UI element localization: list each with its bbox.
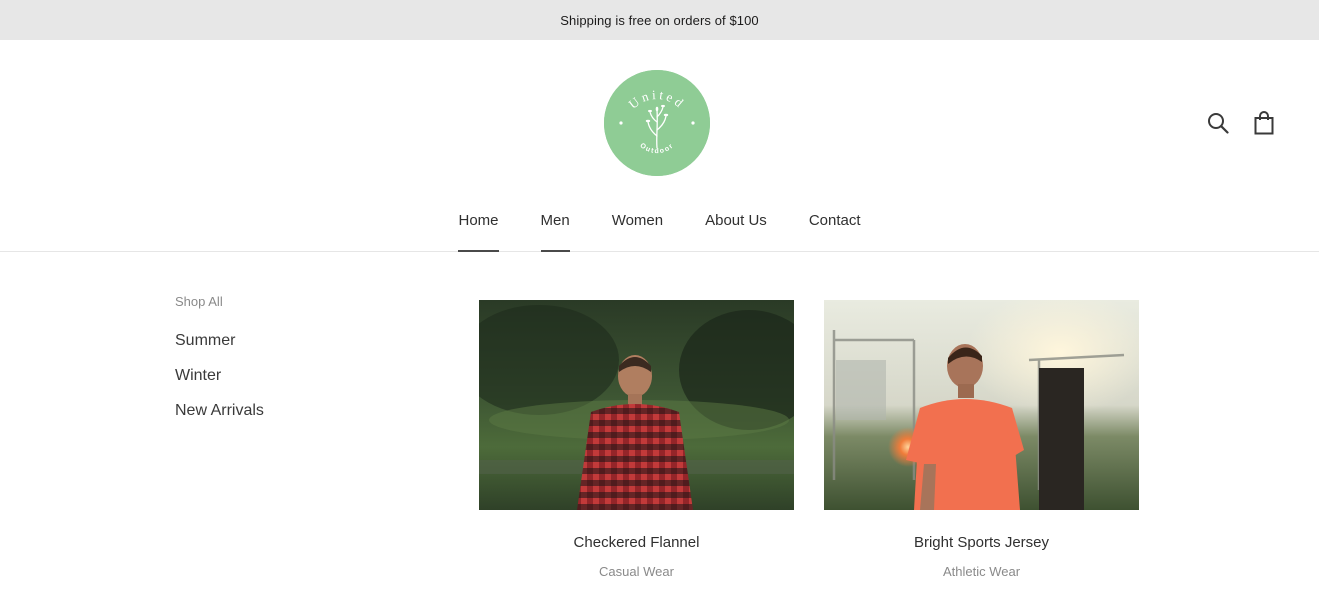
product-title[interactable]: Checkered Flannel xyxy=(479,534,794,551)
sidebar-link-summer[interactable]: Summer xyxy=(175,331,375,351)
nav-item-men[interactable]: Men xyxy=(540,210,570,252)
product-title[interactable]: Bright Sports Jersey xyxy=(824,534,1139,551)
product-subtitle: Casual Wear xyxy=(599,564,674,579)
announcement-text: Shipping is free on orders of $100 xyxy=(560,12,759,28)
nav-item-contact[interactable]: Contact xyxy=(809,210,861,252)
shopping-bag-icon[interactable] xyxy=(1253,110,1275,136)
nav-item-home[interactable]: Home xyxy=(458,210,499,252)
brand-logo[interactable]: United Outdoor xyxy=(604,70,710,176)
nav-item-about-us[interactable]: About Us xyxy=(705,210,767,252)
sidebar-link-winter[interactable]: Winter xyxy=(175,366,375,386)
product-card[interactable]: Bright Sports Jersey Athletic Wear xyxy=(824,300,1139,579)
search-icon[interactable] xyxy=(1207,110,1229,136)
nav-item-women[interactable]: Women xyxy=(612,210,663,252)
collection-sidebar: Shop All Summer Winter New Arrivals xyxy=(175,294,375,436)
product-image[interactable] xyxy=(824,300,1139,510)
sidebar-heading: Shop All xyxy=(175,294,223,309)
product-subtitle: Athletic Wear xyxy=(942,564,1021,579)
header-actions xyxy=(1207,110,1275,136)
announcement-bar: Shipping is free on orders of $100 xyxy=(0,0,1319,40)
product-image[interactable] xyxy=(479,300,794,510)
site-header: United Outdoor Home Men Women About Us C… xyxy=(0,40,1319,252)
main-nav: Home Men Women About Us Contact xyxy=(0,210,1319,252)
sidebar-link-new-arrivals[interactable]: New Arrivals xyxy=(175,401,375,421)
product-card[interactable]: Checkered Flannel Casual Wear xyxy=(479,300,794,579)
